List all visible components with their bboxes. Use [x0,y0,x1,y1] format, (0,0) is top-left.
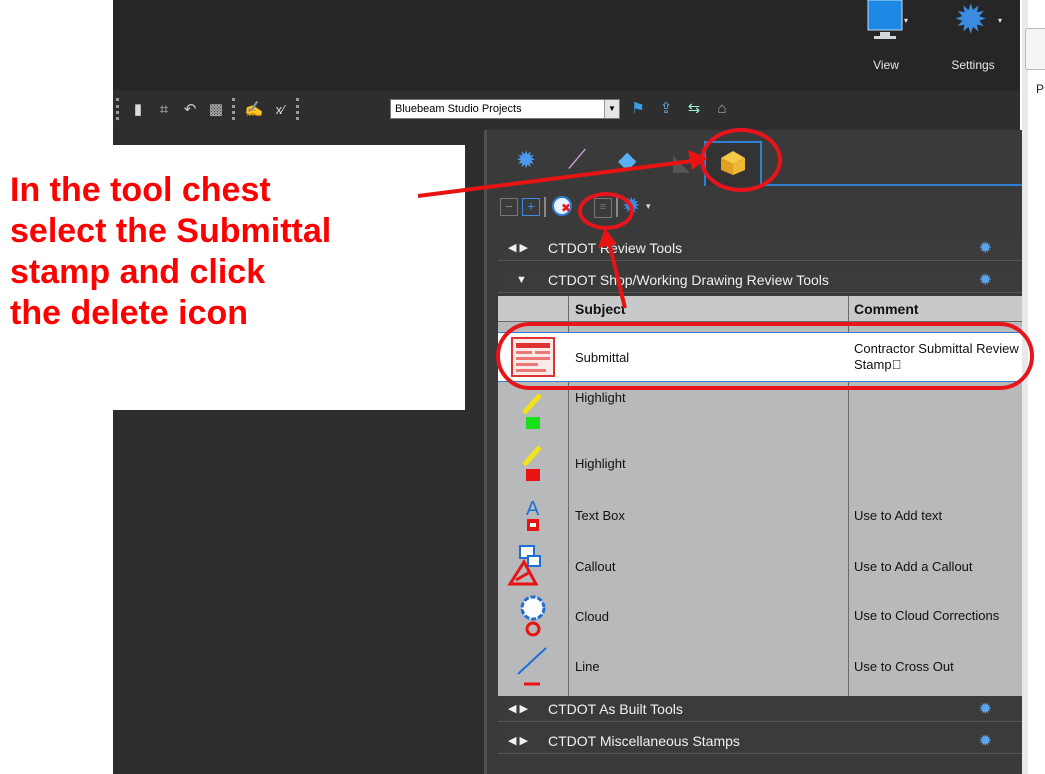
table-row[interactable]: Line Use to Cross Out [498,642,1022,690]
section-label: CTDOT Miscellaneous Stamps [548,733,740,749]
pen-icon: ◣ [673,150,690,175]
layers-icon: ◆ [618,147,637,174]
studio-toolbar: ⚑ ⇪ ⇆ ⌂ [628,98,732,118]
subject-cell: Line [575,658,600,674]
tab-measurements[interactable]: ⟋ [568,144,586,176]
gear-icon: ✹ [516,147,537,174]
svg-text:A: A [526,498,540,520]
section-header[interactable]: ◀ ▶ CTDOT As Built Tools ✹ [498,697,1022,722]
comment-cell [854,386,1022,436]
home-icon[interactable]: ⌂ [712,98,732,118]
section-label: CTDOT Shop/Working Drawing Review Tools [548,272,829,288]
callout-icon [506,542,546,590]
right-strip: P [1022,0,1045,774]
instruction-line: select the Submittal [10,212,332,250]
delete-mark-icon: ✖ [561,201,572,215]
collapse-all-icon[interactable]: − [500,198,518,216]
crop-icon[interactable]: ⌗ [154,99,174,119]
sync-icon[interactable]: ⇆ [684,98,704,118]
highlight-ring-submittal [496,322,1034,390]
tool-chest-toolbar: − + ✖ ≡ ✹ ▾ [498,193,1022,223]
section-label: CTDOT As Built Tools [548,701,683,717]
section-gear-icon[interactable]: ✹ [979,236,992,261]
page-icon[interactable]: ▮ [128,99,148,119]
section-header[interactable]: ◀ ▶ CTDOT Review Tools ✹ [498,236,1022,261]
image-icon[interactable]: ▩ [206,99,226,119]
section-gear-icon[interactable]: ✹ [979,697,992,722]
ruler-icon: ⟋ [568,144,587,174]
signature-line-icon[interactable]: x⁄ [270,99,290,119]
highlight-ring-delete [578,192,634,230]
collapsed-toggle-icon[interactable]: ◀ ▶ [508,729,528,754]
expand-all-icon[interactable]: + [522,198,540,216]
subject-cell: Highlight [575,455,626,471]
section-header[interactable]: ▼ CTDOT Shop/Working Drawing Review Tool… [498,268,1022,293]
table-row[interactable]: Cloud Use to Cloud Corrections [498,590,1022,642]
instruction-line: the delete icon [10,294,249,332]
subject-cell: Callout [575,558,616,574]
monitor-icon [867,0,903,39]
view-label: View [873,58,899,72]
subject-header[interactable]: Subject [569,296,848,322]
highlight-red-icon [518,438,548,488]
side-tab[interactable] [1025,28,1045,70]
section-gear-icon[interactable]: ✹ [979,729,992,754]
comment-header[interactable]: Comment [849,296,1022,322]
comment-cell [854,438,1022,488]
line-icon [512,642,552,690]
project-select[interactable]: Bluebeam Studio Projects ▼ [390,99,620,119]
subject-cell: Text Box [575,507,625,523]
section-gear-icon[interactable]: ✹ [979,268,992,293]
settings-button[interactable]: ✹ ▾ Settings [940,0,1006,78]
delete-icon[interactable]: ✖ [552,196,572,216]
toolbar-divider [544,197,546,217]
chest-settings-dropdown-icon[interactable]: ▾ [646,201,651,212]
toolbar-grip-2 [232,98,238,120]
comment-cell: Use to Cross Out [854,658,954,674]
toolbar-grip-3 [296,98,302,120]
chevron-down-icon[interactable]: ▼ [604,100,619,118]
tab-properties[interactable]: ✹ [516,146,536,175]
settings-dropdown-icon: ▾ [998,16,1003,25]
highlight-ring-tool-chest [700,128,782,192]
subject-cell: Highlight [575,390,626,405]
subject-cell: Cloud [575,608,609,624]
instruction-line: stamp and click [10,253,266,291]
instruction-line: In the tool chest [10,171,271,209]
icon-column-header [498,296,568,322]
side-label: P [1036,82,1045,96]
instruction-text: In the tool chest select the Submittal s… [10,170,460,334]
sign-icon[interactable]: ✍ [244,99,264,119]
settings-label: Settings [951,58,995,72]
comment-cell: Use to Add a Callout [854,558,973,574]
table-row[interactable]: Highlight [498,438,1022,488]
comment-cell: Use to Cloud Corrections [854,608,1000,623]
toolbar-grip [116,98,122,120]
highlight-green-icon [518,386,548,436]
project-select-value: Bluebeam Studio Projects [395,103,522,115]
collapsed-toggle-icon[interactable]: ◀ ▶ [508,236,528,261]
tab-pen[interactable]: ◣ [673,150,690,176]
gear-icon: ✹ [954,0,988,42]
expanded-toggle-icon[interactable]: ▼ [516,268,527,293]
section-label: CTDOT Review Tools [548,240,683,256]
section-header[interactable]: ◀ ▶ CTDOT Miscellaneous Stamps ✹ [498,729,1022,754]
toolbar-icons: ▮ ⌗ ↶ ▩ ✍ x⁄ [116,98,302,120]
table-row[interactable]: A Text Box Use to Add text [498,492,1022,538]
upload-icon[interactable]: ⇪ [656,98,676,118]
rotate-icon[interactable]: ↶ [180,99,200,119]
tab-layers[interactable]: ◆ [618,146,636,175]
studio-icon[interactable]: ⚑ [628,98,648,118]
view-button[interactable]: ▾ View [860,0,912,78]
comment-cell: Use to Add text [854,507,943,523]
view-dropdown-icon: ▾ [904,16,909,25]
text-box-icon: A [518,492,548,538]
collapsed-toggle-icon[interactable]: ◀ ▶ [508,697,528,722]
table-row[interactable]: Highlight [498,386,1022,436]
table-row[interactable]: Callout Use to Add a Callout [498,542,1022,590]
cloud-icon [516,590,550,642]
